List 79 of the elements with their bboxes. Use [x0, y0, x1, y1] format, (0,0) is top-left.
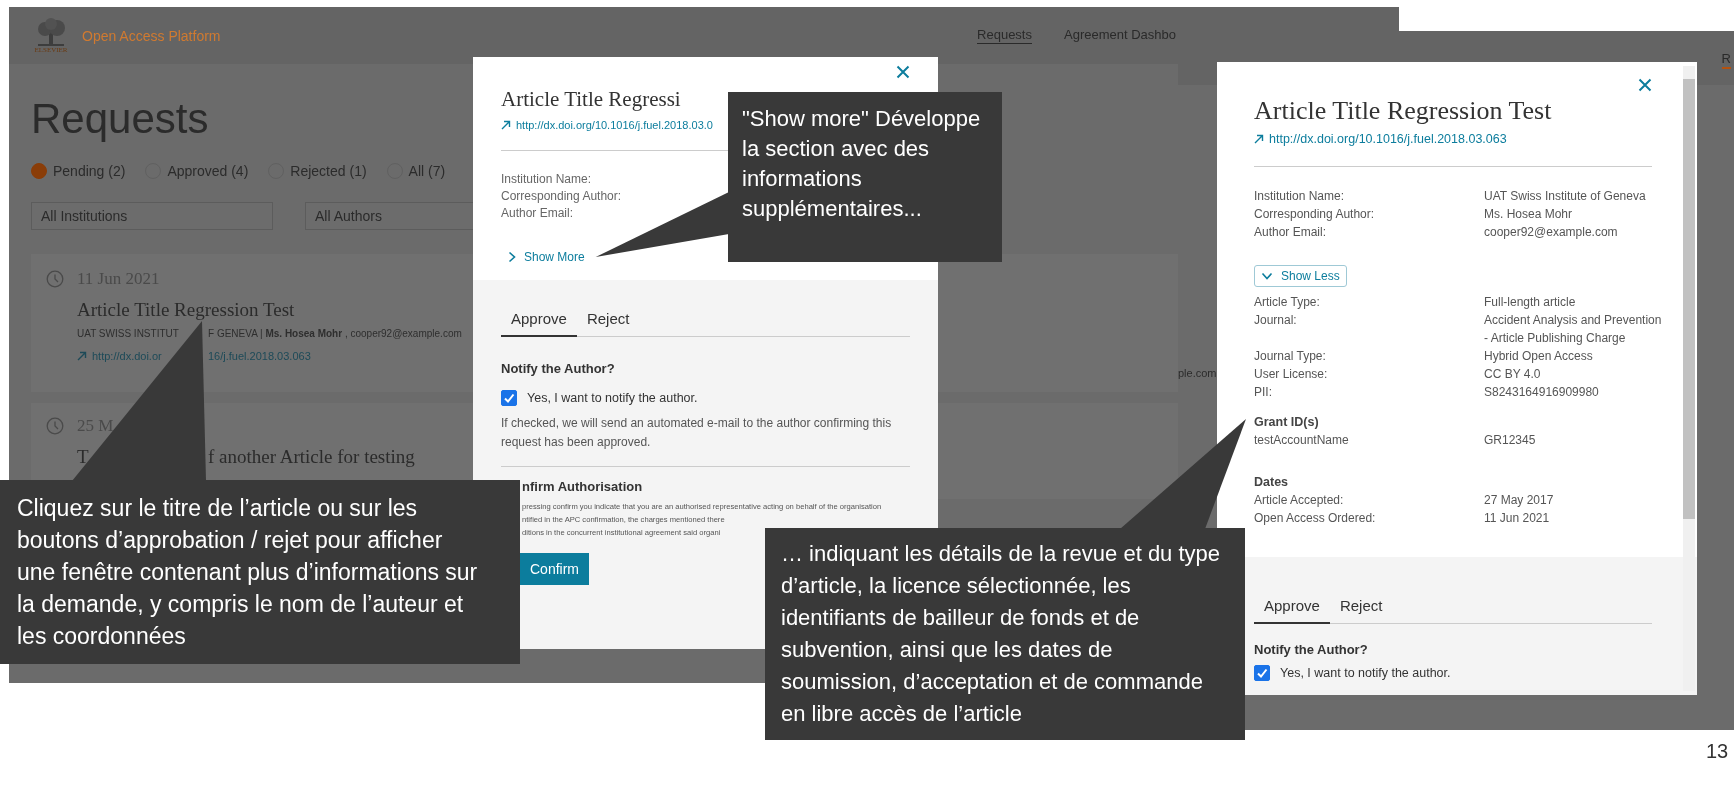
clock-icon	[46, 270, 64, 288]
checkbox[interactable]	[1254, 665, 1270, 681]
field-value: Ms. Hosea Mohr	[1484, 206, 1573, 223]
checkbox-label: Yes, I want to notify the author.	[1280, 666, 1451, 680]
author-info: F GENEVA | Ms. Hosea Mohr , cooper92@example.com	[208, 327, 462, 341]
article-title[interactable]: f another Article for testing	[208, 445, 415, 469]
field-label: Author Email:	[501, 205, 574, 222]
field-label: Article Type:	[1254, 294, 1320, 311]
nav-link[interactable]: Agreement Dashbo	[1064, 27, 1176, 44]
field-label: Article Accepted:	[1254, 492, 1344, 509]
section-heading: Dates	[1254, 474, 1290, 491]
close-icon	[896, 65, 910, 79]
field-label: Corresponding Author:	[1254, 206, 1375, 223]
tab[interactable]: Reject	[576, 306, 640, 337]
field-value: cooper92@example.com	[1484, 224, 1618, 241]
modal-title: Article Title Regressi	[501, 86, 682, 113]
field-value: - Article Publishing Charge	[1484, 330, 1627, 347]
page-number: 13	[1706, 740, 1729, 763]
section-heading: Notify the Author?	[1254, 642, 1369, 657]
field-value: 27 May 2017	[1484, 492, 1554, 509]
field-value: Full-length article	[1484, 294, 1576, 311]
field-label: Institution Name:	[501, 171, 592, 188]
dropdown[interactable]: All Institutions	[31, 202, 273, 230]
author-info: UAT SWISS INSTITUT	[77, 327, 179, 341]
radio-option[interactable]: All (7)	[386, 163, 446, 179]
article-title[interactable]: T	[77, 445, 89, 469]
email-text: ple.com	[1178, 367, 1217, 379]
field-value: UAT Swiss Institute of Geneva	[1484, 188, 1646, 205]
checkbox-label: Yes, I want to notify the author.	[527, 391, 698, 405]
radio-option[interactable]: Pending (2)	[31, 163, 126, 179]
close-button[interactable]	[896, 65, 910, 79]
tab[interactable]: Approve	[501, 306, 577, 337]
tab[interactable]: Approve	[1254, 593, 1330, 624]
field-label: Journal:	[1254, 312, 1297, 329]
page-heading: Requests	[31, 94, 209, 144]
show-toggle-button[interactable]: Show Less	[1254, 265, 1347, 287]
nav-link[interactable]: Requests	[977, 27, 1032, 44]
field-label: testAccountName	[1254, 432, 1349, 449]
field-label: PII:	[1254, 384, 1272, 401]
nav-link[interactable]: R	[1721, 51, 1731, 69]
section-heading: Notify the Author?	[501, 361, 616, 376]
tab[interactable]: Reject	[1329, 593, 1393, 624]
close-icon	[1638, 78, 1652, 92]
close-button[interactable]	[1638, 78, 1652, 92]
doi-link[interactable]: http://dx.doi.org/10.1016/j.fuel.2018.03.063	[1254, 132, 1507, 146]
field-label: Journal Type:	[1254, 348, 1326, 365]
article-title[interactable]: Article Title Regression Test	[77, 299, 295, 320]
external-link-icon	[77, 351, 87, 361]
help-text: If checked, we will send an automated e-mail to the author confirming this request has been approved.	[501, 415, 893, 451]
clock-icon	[46, 417, 64, 435]
modal-title: Article Title Regression Test	[1254, 96, 1553, 126]
chevron-down-icon	[1261, 272, 1273, 280]
radio-option[interactable]: Approved (4)	[145, 163, 249, 179]
field-value: CC BY 4.0	[1484, 366, 1541, 383]
section-heading: nfirm Authorisation	[522, 479, 644, 494]
radio-option[interactable]: Rejected (1)	[268, 163, 367, 179]
doi-link[interactable]: http://dx.doi.or	[77, 350, 162, 362]
doi-link[interactable]: http://dx.doi.org/10.1016/j.fuel.2018.03.0	[501, 119, 713, 131]
app-title: Open Access Platform	[82, 27, 221, 44]
field-label: Open Access Ordered:	[1254, 510, 1376, 527]
field-value: S8243164916909980	[1484, 384, 1599, 401]
field-label: Corresponding Author:	[501, 188, 622, 205]
external-link-icon	[1254, 134, 1264, 144]
chevron-right-icon	[508, 251, 516, 263]
confirm-button[interactable]: Confirm	[520, 553, 589, 585]
doi-link[interactable]: 16/j.fuel.2018.03.063	[208, 350, 311, 362]
scrollbar[interactable]	[1683, 66, 1695, 691]
external-link-icon	[501, 120, 511, 130]
field-label: Author Email:	[1254, 224, 1327, 241]
field-value: GR12345	[1484, 432, 1536, 449]
field-value: Accident Analysis and Prevention	[1484, 312, 1662, 329]
show-toggle-button[interactable]: Show More	[501, 246, 592, 268]
field-label: User License:	[1254, 366, 1328, 383]
field-value: 11 Jun 2021	[1484, 510, 1550, 527]
callout: "Show more" Développe la section avec des informations supplémentaires...	[728, 92, 1002, 262]
field-value: Hybrid Open Access	[1484, 348, 1593, 365]
checkbox[interactable]	[501, 390, 517, 406]
section-heading: Grant ID(s)	[1254, 414, 1320, 431]
field-label: Institution Name:	[1254, 188, 1345, 205]
